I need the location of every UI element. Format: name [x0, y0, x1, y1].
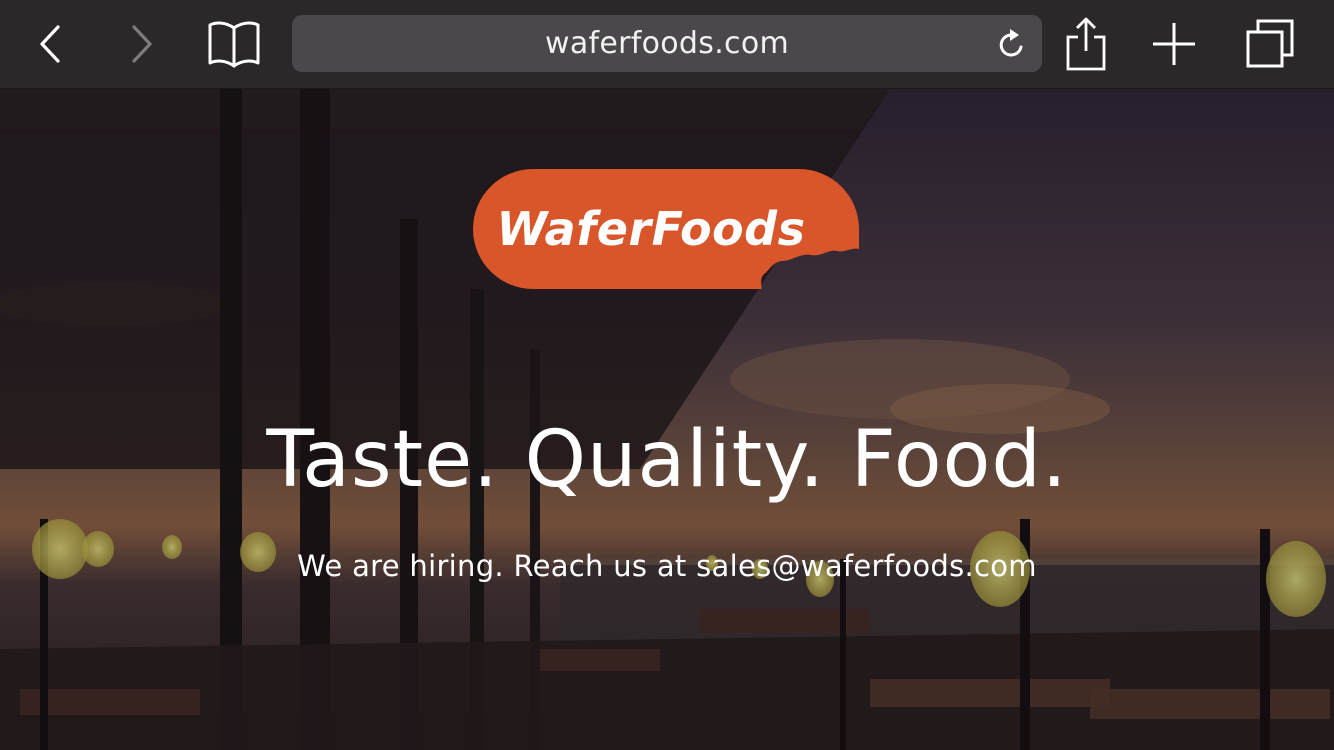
new-tab-button[interactable]: [1148, 14, 1200, 74]
hero-section: WaferFoods Taste. Quality. Food. We are …: [0, 89, 1334, 750]
plus-icon: [1153, 23, 1195, 65]
url-text: waferfoods.com: [544, 26, 790, 61]
share-button[interactable]: [1060, 14, 1112, 74]
bookmarks-button[interactable]: [204, 14, 264, 74]
waferfoods-logo[interactable]: WaferFoods: [473, 169, 859, 289]
address-bar[interactable]: waferfoods.com: [292, 15, 1042, 72]
chevron-right-icon: [132, 25, 152, 63]
hero-headline: Taste. Quality. Food.: [266, 415, 1068, 505]
back-button[interactable]: [26, 14, 76, 74]
forward-button[interactable]: [116, 14, 166, 74]
book-icon: [208, 21, 260, 68]
chevron-left-icon: [40, 25, 60, 63]
share-icon: [1066, 17, 1106, 71]
tabs-icon: [1246, 19, 1294, 68]
reload-button[interactable]: [996, 28, 1028, 60]
tabs-button[interactable]: [1240, 14, 1300, 74]
browser-toolbar: waferfoods.com: [0, 0, 1334, 89]
reload-icon: [999, 29, 1023, 57]
hero-subline: We are hiring. Reach us at sales@waferfo…: [297, 549, 1037, 583]
logo-text: WaferFoods: [496, 202, 806, 256]
